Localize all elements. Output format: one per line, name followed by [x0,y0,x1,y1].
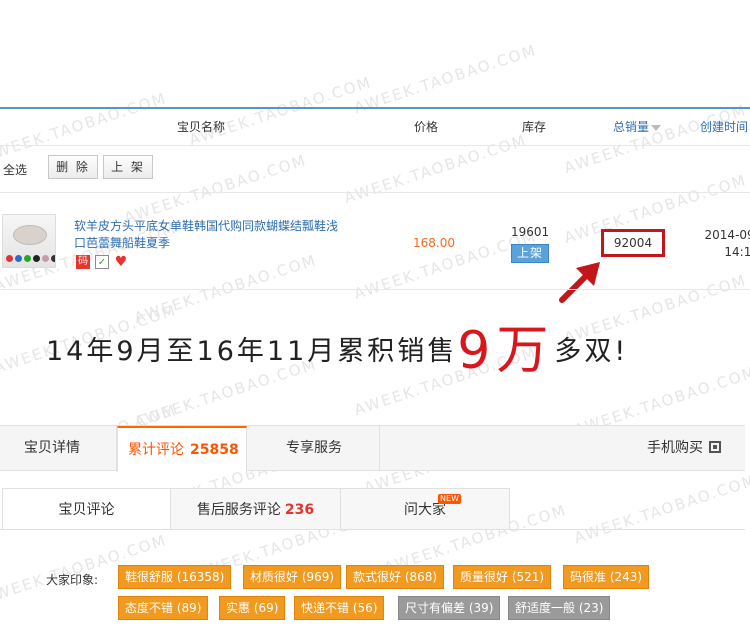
sales-caption: 14年9月至16年11月累积销售9万多双! [46,308,628,383]
review-tab-bar: 宝贝评论 售后服务评论 236 问大家 NEW [2,488,510,530]
header-name: 宝贝名称 [177,120,226,134]
caption-after: 多双! [554,336,629,367]
watermark-text: AWEEK.TAOBAO.COM [571,470,750,548]
impressions-label: 大家印象: [46,573,99,587]
divider [0,145,750,146]
watermark-text: AWEEK.TAOBAO.COM [561,100,750,178]
header-price[interactable]: 价格 [414,118,438,135]
watermark-text: AWEEK.TAOBAO.COM [186,72,375,150]
heart-icon: ♥ [114,254,128,270]
after-sales-count: 236 [284,502,315,518]
verified-icon: ✓ [95,255,109,269]
impression-tag[interactable]: 材质很好 (969) [243,565,342,589]
header-sales-label: 总销量 [613,120,650,134]
header-created[interactable]: 创建时间 [700,118,748,135]
delete-button[interactable]: 删 除 [48,155,98,179]
product-thumbnail[interactable] [2,214,56,268]
impression-tag[interactable]: 实惠 (69) [219,596,286,620]
divider [379,426,380,471]
tab-details[interactable]: 宝贝详情 [24,426,80,471]
product-badges: 码 ✓ ♥ [76,255,128,269]
product-sales: 92004 [613,236,653,250]
reviews-count: 25858 [190,442,239,458]
arrow-up-right-icon [559,262,600,303]
impression-tag[interactable]: 快递不错 (56) [294,596,385,620]
table-top-rule [0,107,750,109]
impression-tag[interactable]: 码很准 (243) [563,565,650,589]
header-sales[interactable]: 总销量 [613,118,662,135]
product-price: 168.00 [413,236,455,250]
created-date: 2014-09- [704,228,750,242]
impression-tag[interactable]: 尺寸有偏差 (39) [398,596,501,620]
detail-tab-bar: 宝贝详情 累计评论 25858 专享服务 手机购买 [0,425,745,472]
after-sales-label: 售后服务评论 [196,502,281,518]
size-code-icon: 码 [76,255,90,269]
product-created: 2014-09- 14:18 [699,227,750,261]
shoe-image [13,225,47,245]
shelve-button[interactable]: 上 架 [103,155,153,179]
mobile-buy[interactable]: 手机购买 [647,426,721,471]
qr-code-icon [709,441,721,453]
divider [0,529,745,530]
divider [0,289,750,290]
ask-label: 问大家 [404,502,446,518]
created-time: 14:18 [724,245,750,259]
watermark-text: AWEEK.TAOBAO.COM [341,130,530,208]
tab-item-reviews[interactable]: 宝贝评论 [2,488,171,530]
caption-before: 14年9月至16年11月累积销售 [46,336,458,367]
tab-reviews-label: 累计评论 [128,442,184,458]
tab-ask[interactable]: 问大家 NEW [340,488,510,530]
sort-down-icon [651,124,662,131]
product-shelve-button[interactable]: 上架 [511,244,549,263]
new-badge: NEW [438,494,461,504]
mobile-buy-label: 手机购买 [647,440,703,456]
divider [0,192,750,193]
impression-tag[interactable]: 款式很好 (868) [346,565,445,589]
watermark-text: AWEEK.TAOBAO.COM [0,88,170,166]
color-swatches [6,255,55,262]
select-all-label[interactable]: 全选 [3,161,27,178]
watermark-text: AWEEK.TAOBAO.COM [351,40,540,118]
product-stock: 19601 [511,225,550,239]
caption-highlight: 9万 [457,321,555,381]
product-title-link[interactable]: 软羊皮方头平底女单鞋韩国代购同款蝴蝶结瓢鞋浅口芭蕾舞船鞋夏季 [74,218,344,252]
tab-after-sales[interactable]: 售后服务评论 236 [170,488,341,530]
header-stock[interactable]: 库存 [522,118,546,135]
impression-tag[interactable]: 质量很好 (521) [453,565,552,589]
tab-reviews[interactable]: 累计评论 25858 [117,426,247,472]
impression-tag[interactable]: 舒适度一般 (23) [508,596,611,620]
impression-tag[interactable]: 鞋很舒服 (16358) [118,565,232,589]
tab-exclusive[interactable]: 专享服务 [286,426,342,471]
impression-tag[interactable]: 态度不错 (89) [118,596,209,620]
sales-highlight-box: 92004 [601,229,665,257]
